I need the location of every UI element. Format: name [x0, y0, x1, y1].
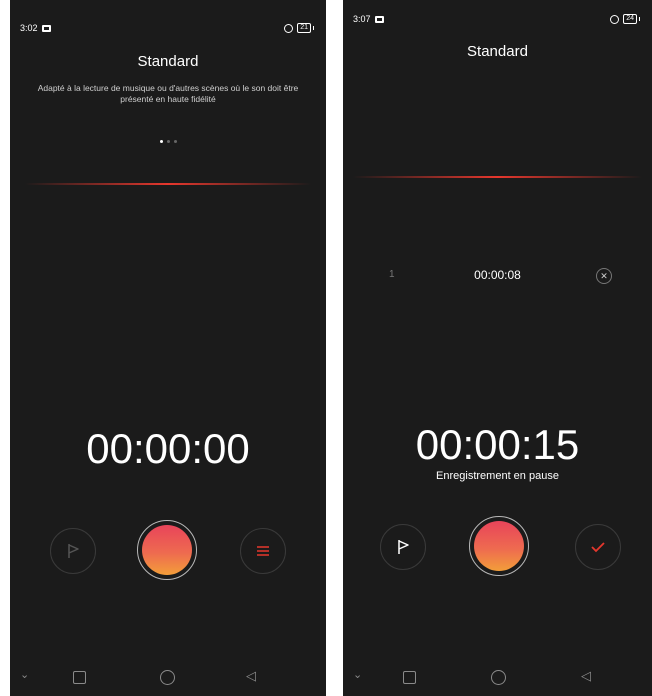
battery-level: 21 [300, 24, 308, 31]
recorder-screen-idle: 3:02 21 Standard Adapté à la lecture de … [10, 0, 326, 696]
page-dot [166, 140, 170, 143]
waveform-line [25, 183, 311, 185]
nav-back-icon[interactable]: ◁ [581, 668, 591, 684]
navigation-bar: ⌄ ◁ [343, 668, 652, 688]
save-button[interactable] [575, 524, 621, 570]
record-icon [474, 521, 524, 571]
status-bar: 3:02 21 [20, 23, 318, 33]
nav-recents-icon[interactable] [73, 671, 86, 684]
flag-button[interactable] [50, 528, 96, 574]
record-icon [142, 525, 192, 575]
page-dot-active [159, 140, 163, 143]
recorder-screen-paused: 3:07 24 Standard 1 00:00:08 ✕ 00:00:15 E… [343, 0, 652, 696]
battery-icon: 24 [623, 14, 637, 24]
charging-icon [639, 17, 644, 21]
page-dot [173, 140, 177, 143]
nav-back-icon[interactable]: ◁ [246, 668, 256, 684]
recording-mode-title[interactable]: Standard [343, 43, 652, 60]
status-bar: 3:07 24 [353, 14, 644, 24]
recording-mode-title[interactable]: Standard [10, 53, 326, 70]
battery-icon: 21 [297, 23, 311, 33]
check-icon [591, 542, 605, 553]
battery-level: 24 [626, 15, 634, 22]
nav-home-icon[interactable] [160, 670, 175, 685]
alarm-icon [284, 23, 294, 33]
record-button[interactable] [469, 516, 529, 576]
nav-recents-icon[interactable] [403, 671, 416, 684]
flag-button[interactable] [380, 524, 426, 570]
nav-home-icon[interactable] [491, 670, 506, 685]
charging-icon [313, 26, 318, 30]
recording-timer: 00:00:00 [86, 425, 250, 472]
nav-chevron-icon[interactable]: ⌄ [353, 668, 362, 681]
navigation-bar: ⌄ ◁ [10, 668, 326, 688]
status-time: 3:02 [20, 23, 38, 33]
flag-icon [68, 544, 79, 558]
record-button[interactable] [137, 520, 197, 580]
close-icon[interactable]: ✕ [596, 268, 612, 284]
recordings-list-button[interactable] [240, 528, 286, 574]
flag-icon [398, 540, 409, 554]
notification-icon [374, 15, 384, 23]
recording-state-label: Enregistrement en pause [436, 470, 559, 482]
recording-timer: 00:00:15 [415, 421, 580, 468]
mark-list-item: 1 00:00:08 ✕ [343, 268, 652, 286]
status-time: 3:07 [353, 14, 371, 24]
menu-icon [257, 546, 269, 556]
page-indicator [10, 130, 326, 148]
waveform-line [353, 176, 642, 178]
alarm-icon [610, 14, 620, 24]
notification-icon [41, 24, 51, 32]
mode-description: Adapté à la lecture de musique ou d'autr… [37, 83, 299, 104]
nav-chevron-icon[interactable]: ⌄ [20, 668, 29, 681]
